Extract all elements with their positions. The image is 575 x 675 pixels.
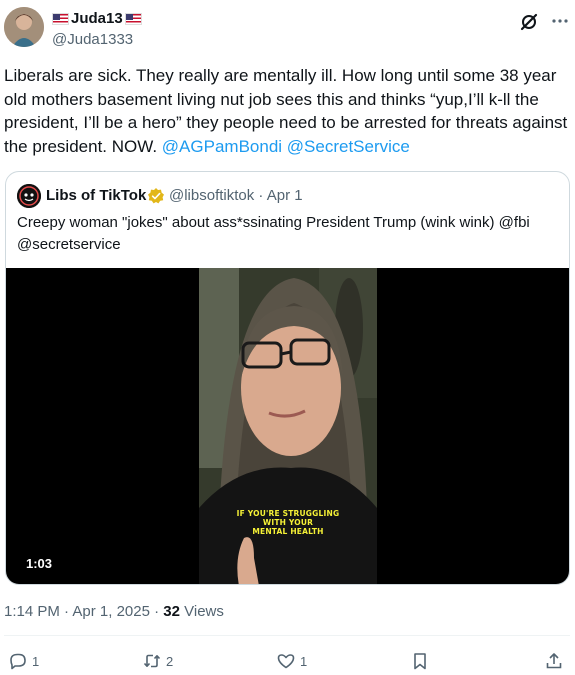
video-caption-line: WITH YOUR bbox=[262, 518, 314, 527]
flag-us-icon bbox=[124, 12, 142, 25]
reply-button[interactable]: 1 bbox=[8, 651, 39, 671]
reply-icon bbox=[10, 653, 26, 670]
share-icon bbox=[546, 653, 562, 669]
divider bbox=[4, 635, 570, 636]
post-date[interactable]: Apr 1, 2025 bbox=[72, 603, 150, 620]
video-player[interactable]: IF YOU'RE STRUGGLING WITH YOUR MENTAL HE… bbox=[6, 268, 569, 584]
post-time[interactable]: 1:14 PM bbox=[4, 603, 60, 620]
video-caption-line: MENTAL HEALTH bbox=[252, 527, 324, 536]
views-label: Views bbox=[179, 603, 224, 620]
reply-count: 1 bbox=[32, 653, 40, 669]
verified-badge-icon bbox=[147, 187, 165, 205]
tweet-text: Liberals are sick. They really are menta… bbox=[4, 64, 570, 158]
meta-separator: · bbox=[59, 603, 73, 620]
video-frame: IF YOU'RE STRUGGLING WITH YOUR MENTAL HE… bbox=[199, 268, 377, 584]
author-handle[interactable]: @Juda1333 bbox=[52, 30, 133, 49]
quote-text: Creepy woman "jokes" about ass*ssinating… bbox=[17, 214, 530, 253]
avatar[interactable] bbox=[4, 7, 44, 47]
quote-display-name: Libs of TikTok bbox=[46, 187, 147, 204]
quote-handle: @libsoftiktok bbox=[169, 187, 255, 204]
mention-link[interactable]: @AGPamBondi bbox=[162, 137, 282, 156]
mention-link[interactable]: @SecretService bbox=[287, 137, 410, 156]
quote-date: Apr 1 bbox=[266, 187, 303, 204]
share-button[interactable] bbox=[544, 651, 564, 671]
video-caption-line: IF YOU'RE STRUGGLING bbox=[236, 509, 340, 518]
author-display-name[interactable]: Juda13 bbox=[71, 9, 123, 28]
quote-separator: · bbox=[254, 187, 267, 204]
video-duration: 1:03 bbox=[26, 556, 53, 571]
repost-count: 2 bbox=[166, 653, 174, 669]
like-icon bbox=[277, 654, 295, 669]
video-thumbnail bbox=[199, 268, 377, 584]
quote-meta: @libsoftiktok · Apr 1 bbox=[169, 187, 303, 205]
quote-avatar bbox=[17, 184, 41, 208]
repost-button[interactable]: 2 bbox=[142, 651, 173, 671]
repost-icon bbox=[143, 654, 161, 668]
meta-separator: · bbox=[149, 603, 164, 620]
author-name-row[interactable]: Juda13 bbox=[52, 9, 142, 28]
more-icon[interactable] bbox=[551, 12, 569, 30]
quoted-tweet[interactable]: Libs of TikTok @libsoftiktok · Apr 1 Cre… bbox=[5, 171, 570, 585]
post-timestamp: 1:14 PM · Apr 1, 2025 · 32 Views bbox=[4, 603, 224, 621]
views-count: 32 bbox=[163, 603, 180, 620]
like-button[interactable]: 1 bbox=[276, 651, 307, 671]
grok-icon[interactable] bbox=[519, 12, 539, 32]
bookmark-button[interactable] bbox=[410, 651, 430, 671]
like-count: 1 bbox=[300, 653, 308, 669]
bookmark-icon bbox=[414, 653, 426, 670]
flag-us-icon bbox=[52, 12, 69, 25]
